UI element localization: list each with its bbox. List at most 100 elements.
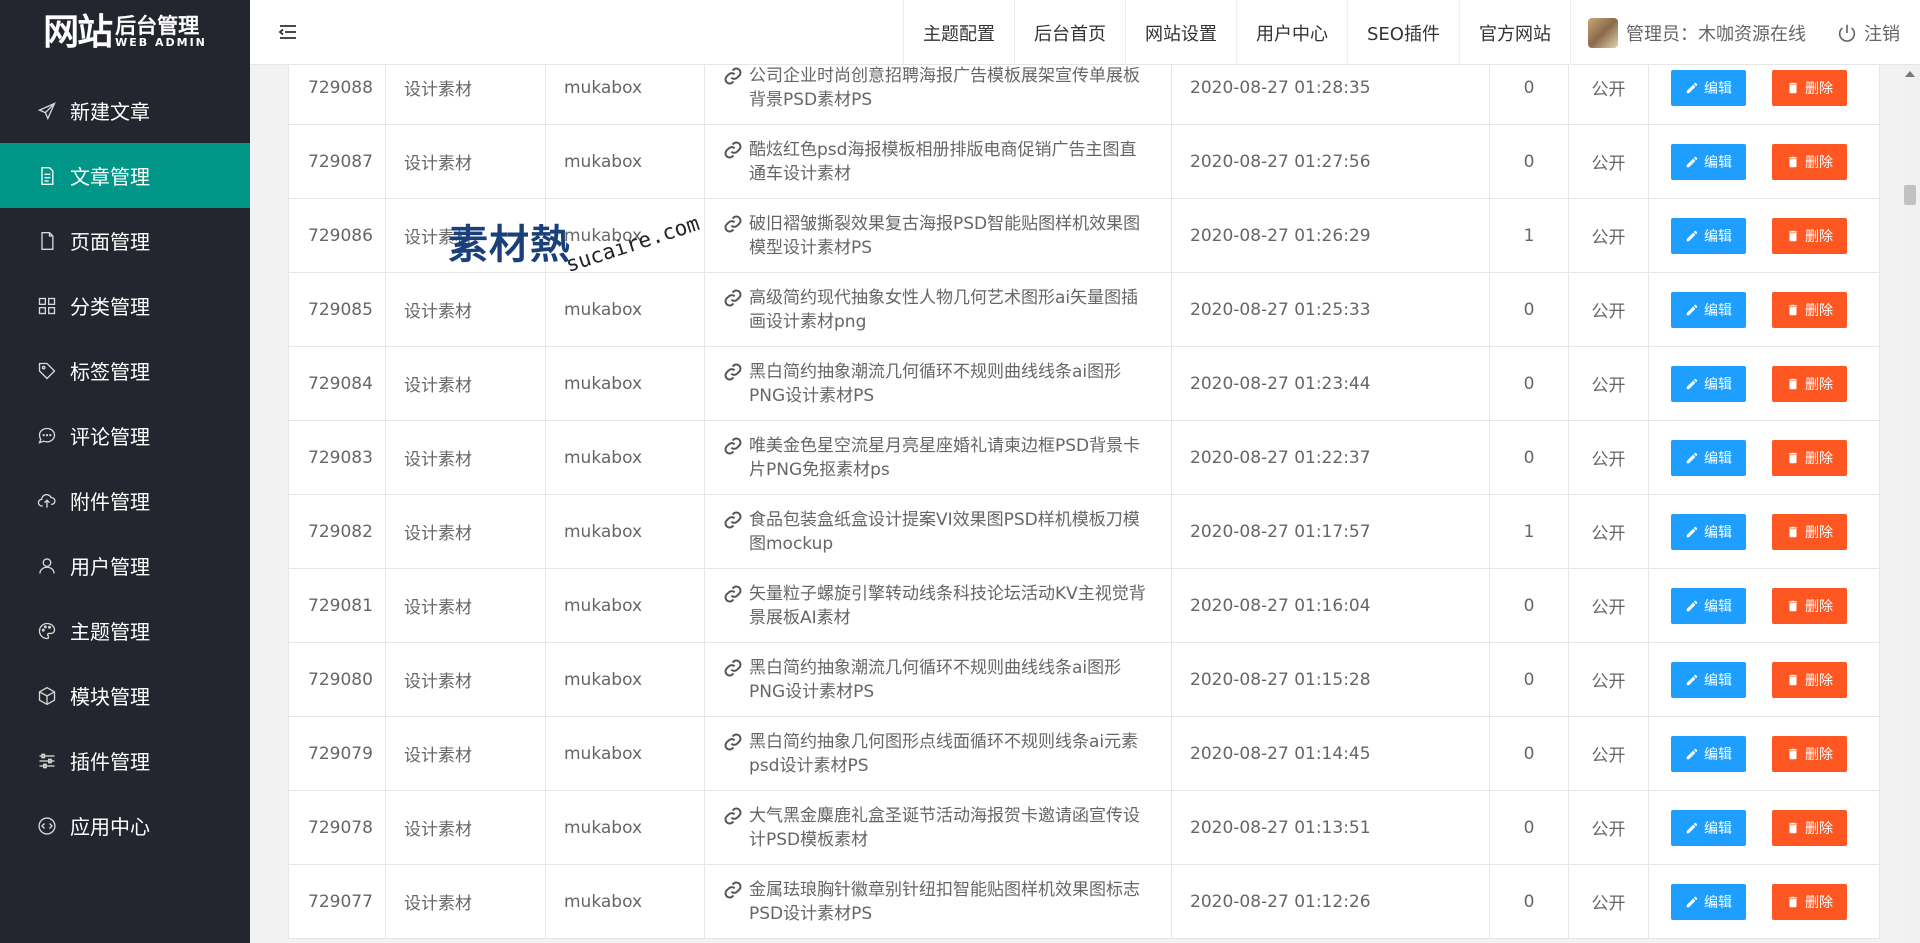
sidebar-item-11[interactable]: 应用中心 [0,793,250,858]
avatar[interactable] [1588,17,1618,48]
sidebar-item-5[interactable]: 评论管理 [0,403,250,468]
top-nav-item-1[interactable]: 后台首页 [1014,0,1125,65]
link-icon [723,806,743,826]
delete-button[interactable]: 删除 [1772,735,1847,772]
delete-button[interactable]: 删除 [1772,513,1847,550]
cell-actions: 编辑 删除 [1648,864,1880,939]
delete-label: 删除 [1805,80,1833,97]
edit-button[interactable]: 编辑 [1671,661,1746,698]
top-nav-item-5[interactable]: 官方网站 [1458,0,1571,65]
edit-button[interactable]: 编辑 [1671,143,1746,180]
top-nav-item-3[interactable]: 用户中心 [1236,0,1347,65]
sidebar-item-2[interactable]: 页面管理 [0,208,250,273]
cell-id: 729087 [288,124,386,199]
cell-id: 729077 [288,864,386,939]
table-row: 729079 设计素材 mukabox 黑白简约抽象几何图形点线面循环不规则线条ai元… [288,716,1880,791]
article-title-link[interactable]: 公司企业时尚创意招聘海报广告模板展架宣传单展板背景PSD素材PS [723,65,1153,112]
edit-button[interactable]: 编辑 [1671,809,1746,846]
article-title-link[interactable]: 金属珐琅胸针徽章别针纽扣智能贴图样机效果图标志PSD设计素材PS [723,878,1153,926]
article-title-link[interactable]: 黑白简约抽象潮流几何循环不规则曲线线条ai图形PNG设计素材PS [723,360,1153,408]
article-title-text: 矢量粒子螺旋引擎转动线条科技论坛活动KV主视觉背景展板AI素材 [749,583,1146,628]
table-row: 729087 设计素材 mukabox 酷炫红色psd海报模板相册排版电商促销广告主图… [288,124,1880,199]
cell-views: 0 [1489,65,1569,125]
sidebar-item-label: 文章管理 [70,165,150,189]
edit-icon [1685,451,1704,465]
sidebar-item-7[interactable]: 用户管理 [0,533,250,598]
logout-button[interactable]: 注销 [1836,20,1900,46]
edit-button[interactable]: 编辑 [1671,69,1746,106]
sidebar-item-9[interactable]: 模块管理 [0,663,250,728]
scrollbar[interactable] [1900,65,1920,943]
delete-button[interactable]: 删除 [1772,217,1847,254]
cell-title: 公司企业时尚创意招聘海报广告模板展架宣传单展板背景PSD素材PS [704,65,1172,125]
link-icon [723,214,743,234]
sidebar-item-10[interactable]: 插件管理 [0,728,250,793]
scroll-thumb[interactable] [1904,185,1916,205]
edit-button[interactable]: 编辑 [1671,513,1746,550]
delete-button[interactable]: 删除 [1772,365,1847,402]
article-title-link[interactable]: 矢量粒子螺旋引擎转动线条科技论坛活动KV主视觉背景展板AI素材 [723,582,1153,630]
delete-label: 删除 [1805,524,1833,541]
edit-button[interactable]: 编辑 [1671,291,1746,328]
edit-button[interactable]: 编辑 [1671,217,1746,254]
article-title-link[interactable]: 大气黑金麋鹿礼盒圣诞节活动海报贺卡邀请函宣传设计PSD模板素材 [723,804,1153,852]
cell-actions: 编辑 删除 [1648,346,1880,421]
admin-label[interactable]: 管理员：木咖资源在线 [1626,20,1806,46]
edit-button[interactable]: 编辑 [1671,365,1746,402]
delete-button[interactable]: 删除 [1772,809,1847,846]
edit-icon [1685,821,1704,835]
delete-button[interactable]: 删除 [1772,439,1847,476]
top-nav-item-4[interactable]: SEO插件 [1347,0,1459,65]
cell-status: 公开 [1568,642,1649,717]
delete-button[interactable]: 删除 [1772,661,1847,698]
menu-toggle-icon[interactable] [276,20,300,44]
sidebar: 网站 后台管理 WEB ADMIN 新建文章文章管理页面管理 分类管理 标签管理 评论… [0,0,250,943]
article-title-link[interactable]: 唯美金色星空流星月亮星座婚礼请柬边框PSD背景卡片PNG免抠素材ps [723,434,1153,482]
cell-status: 公开 [1568,346,1649,421]
cell-actions: 编辑 删除 [1648,272,1880,347]
sidebar-item-1[interactable]: 文章管理 [0,143,250,208]
link-icon [723,436,743,456]
sidebar-item-6[interactable]: 附件管理 [0,468,250,533]
edit-button[interactable]: 编辑 [1671,735,1746,772]
edit-button[interactable]: 编辑 [1671,587,1746,624]
sidebar-item-label: 模块管理 [70,685,150,709]
delete-button[interactable]: 删除 [1772,143,1847,180]
cell-views: 1 [1489,198,1569,273]
delete-button[interactable]: 删除 [1772,587,1847,624]
delete-button[interactable]: 删除 [1772,291,1847,328]
sidebar-item-8[interactable]: 主题管理 [0,598,250,663]
top-nav-item-0[interactable]: 主题配置 [903,0,1014,65]
cell-id: 729086 [288,198,386,273]
delete-button[interactable]: 删除 [1772,69,1847,106]
article-title-link[interactable]: 食品包装盒纸盒设计提案VI效果图PSD样机模板刀模图mockup [723,508,1153,556]
article-title-link[interactable]: 酷炫红色psd海报模板相册排版电商促销广告主图直通车设计素材 [723,138,1153,186]
cell-actions: 编辑 删除 [1648,716,1880,791]
edit-button[interactable]: 编辑 [1671,883,1746,920]
top-nav-item-2[interactable]: 网站设置 [1125,0,1236,65]
cell-category: 设计素材 [385,420,546,495]
logo[interactable]: 网站 后台管理 WEB ADMIN [0,0,250,65]
edit-label: 编辑 [1704,598,1732,615]
table-row: 729086 设计素材 mukabox 破旧褶皱撕裂效果复古海报PSD智能贴图样机效果… [288,198,1880,273]
cell-date: 2020-08-27 01:16:04 [1171,568,1490,643]
article-title-text: 金属珐琅胸针徽章别针纽扣智能贴图样机效果图标志PSD设计素材PS [749,879,1140,924]
article-title-link[interactable]: 破旧褶皱撕裂效果复古海报PSD智能贴图样机效果图模型设计素材PS [723,212,1153,260]
delete-label: 删除 [1805,376,1833,393]
sidebar-item-3[interactable]: 分类管理 [0,273,250,338]
sidebar-item-4[interactable]: 标签管理 [0,338,250,403]
edit-button[interactable]: 编辑 [1671,439,1746,476]
logo-cn-text: 后台管理 [115,14,200,39]
sidebar-item-0[interactable]: 新建文章 [0,78,250,143]
scroll-up-arrow[interactable] [1905,71,1915,77]
delete-button[interactable]: 删除 [1772,883,1847,920]
article-title-link[interactable]: 高级简约现代抽象女性人物几何艺术图形ai矢量图插画设计素材png [723,286,1153,334]
cell-author: mukabox [545,864,705,939]
cell-status: 公开 [1568,198,1649,273]
cell-category: 设计素材 [385,198,546,273]
cell-author: mukabox [545,272,705,347]
article-title-link[interactable]: 黑白简约抽象几何图形点线面循环不规则线条ai元素psd设计素材PS [723,730,1153,778]
article-title-link[interactable]: 黑白简约抽象潮流几何循环不规则曲线线条ai图形PNG设计素材PS [723,656,1153,704]
cell-title: 金属珐琅胸针徽章别针纽扣智能贴图样机效果图标志PSD设计素材PS [704,864,1172,939]
cell-id: 729079 [288,716,386,791]
